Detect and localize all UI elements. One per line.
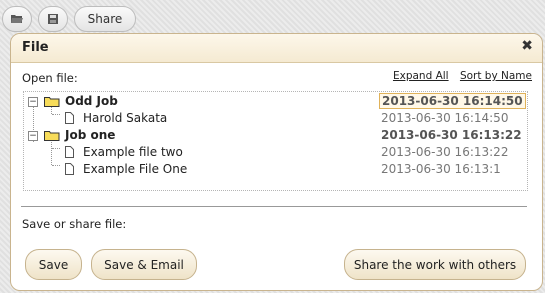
floppy-disk-icon: [48, 14, 58, 24]
collapse-icon[interactable]: −: [28, 131, 38, 141]
open-file-label: Open file:: [22, 71, 78, 85]
share-toolbar-button[interactable]: Share: [74, 6, 136, 32]
dialog-titlebar: File ✖: [11, 34, 542, 63]
tree-file-row[interactable]: Harold Sakata 2013-06-30 16:14:50: [24, 110, 527, 127]
folder-icon: [44, 131, 60, 141]
tree-folder-row[interactable]: − Job one 2013-06-30 16:13:22: [24, 127, 527, 144]
open-button[interactable]: [2, 6, 32, 32]
save-toolbar-button[interactable]: [38, 6, 68, 32]
tree-file-row[interactable]: Example file two 2013-06-30 16:13:22: [24, 144, 527, 161]
tree-controls: Expand All Sort by Name: [385, 70, 532, 82]
folder-icon: [44, 97, 60, 107]
share-button[interactable]: Share the work with others: [344, 249, 526, 280]
sort-by-name-link[interactable]: Sort by Name: [460, 70, 532, 82]
divider: [21, 206, 527, 207]
folder-date: 2013-06-30 16:13:22: [381, 128, 522, 142]
tree-folder-row[interactable]: − Odd Job 2013-06-30 16:14:50: [24, 93, 527, 110]
tree-file-row[interactable]: Example File One 2013-06-30 16:13:1: [24, 161, 527, 178]
file-date: 2013-06-30 16:13:1: [381, 162, 501, 176]
folder-name: Job one: [65, 128, 116, 142]
close-icon[interactable]: ✖: [521, 38, 533, 54]
collapse-icon[interactable]: −: [28, 97, 38, 107]
file-date: 2013-06-30 16:14:50: [381, 111, 509, 125]
save-share-label: Save or share file:: [22, 217, 127, 231]
save-email-button[interactable]: Save & Email: [91, 249, 197, 280]
folder-name: Odd Job: [65, 94, 118, 108]
file-icon: [65, 163, 74, 175]
file-date: 2013-06-30 16:13:22: [381, 145, 509, 159]
folder-date: 2013-06-30 16:14:50: [379, 93, 526, 109]
file-name: Harold Sakata: [83, 111, 168, 125]
save-button[interactable]: Save: [25, 249, 82, 280]
file-name: Example File One: [83, 162, 188, 176]
expand-all-link[interactable]: Expand All: [393, 70, 449, 82]
file-icon: [65, 112, 74, 124]
file-icon: [65, 146, 74, 158]
dialog-title: File: [22, 40, 49, 55]
file-name: Example file two: [83, 145, 183, 159]
file-tree: − Odd Job 2013-06-30 16:14:50 Harold Sak…: [23, 91, 528, 191]
file-dialog: File ✖ Open file: Expand All Sort by Nam…: [10, 33, 543, 291]
toolbar: Share: [0, 0, 160, 34]
folder-open-icon: [11, 15, 23, 23]
